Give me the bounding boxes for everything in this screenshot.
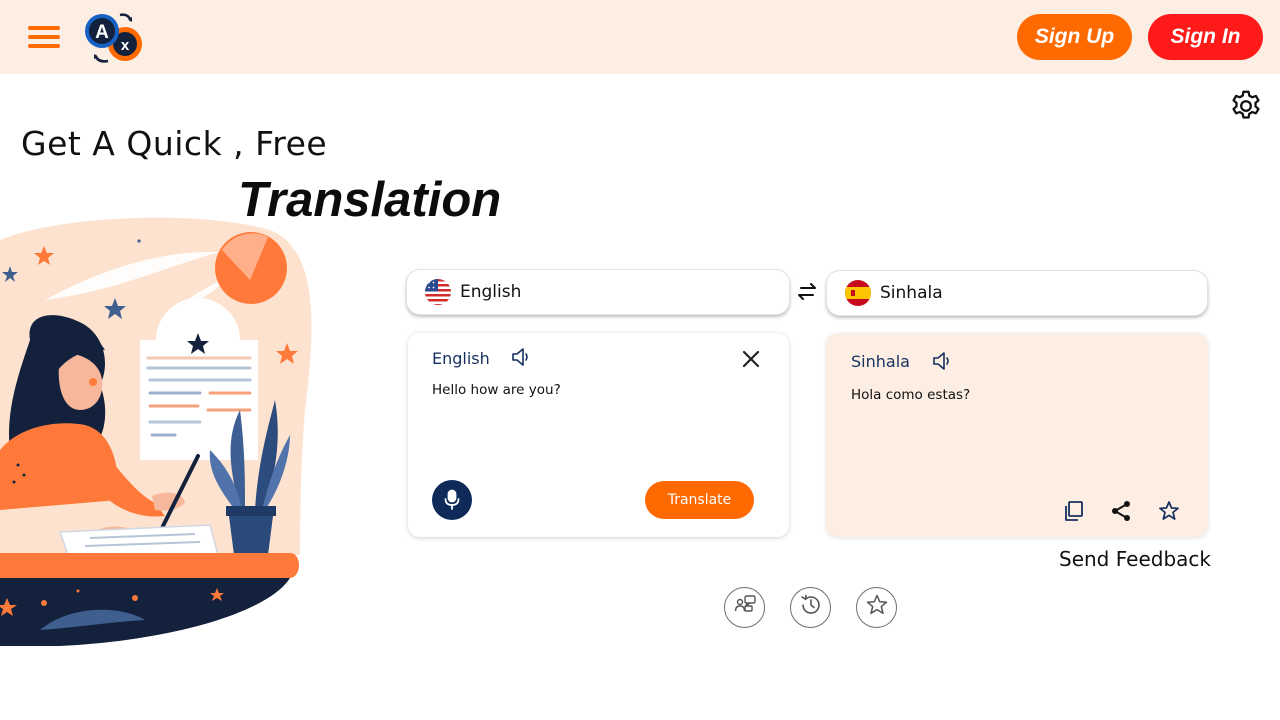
hamburger-menu-icon[interactable] (28, 26, 60, 50)
saved-icon (865, 593, 889, 622)
target-card-language: Sinhala (851, 352, 910, 371)
target-language-select[interactable]: Sinhala (826, 270, 1208, 316)
svg-text:A: A (95, 22, 109, 43)
history-button[interactable] (790, 587, 831, 628)
page: A x Sign Up Sign In Get A Quick , Free T… (0, 0, 1280, 720)
translated-text: Hola como estas? (851, 387, 971, 403)
clear-text-close-icon[interactable] (741, 349, 761, 369)
hero-illustration (0, 210, 325, 660)
us-flag-icon (425, 279, 451, 305)
send-feedback-link[interactable]: Send Feedback (1059, 547, 1211, 571)
speaker-icon[interactable] (510, 346, 534, 368)
saved-button[interactable] (856, 587, 897, 628)
conversation-button[interactable] (724, 587, 765, 628)
svg-text:x: x (121, 37, 130, 54)
source-text-input[interactable]: Hello how are you? (432, 382, 561, 398)
spain-flag-icon (845, 280, 871, 306)
top-header: A x Sign Up Sign In (0, 0, 1280, 74)
conversation-icon (733, 593, 757, 622)
swap-languages-icon[interactable] (795, 282, 819, 302)
translation-result-card: Sinhala Hola como estas? (826, 333, 1208, 537)
source-language-label: English (460, 282, 522, 302)
speaker-icon[interactable] (931, 350, 955, 372)
source-card-language: English (432, 349, 490, 368)
sign-in-button[interactable]: Sign In (1148, 14, 1263, 60)
app-logo[interactable]: A x (82, 10, 148, 66)
target-language-label: Sinhala (880, 283, 943, 303)
sign-up-button[interactable]: Sign Up (1017, 14, 1132, 60)
history-icon (799, 593, 823, 622)
copy-icon[interactable] (1062, 499, 1086, 523)
favorite-star-icon[interactable] (1157, 499, 1181, 523)
microphone-button[interactable] (432, 480, 472, 520)
source-language-select[interactable]: English (406, 269, 790, 315)
share-icon[interactable] (1109, 499, 1133, 523)
hero-heading-line-1: Get A Quick , Free (21, 124, 328, 163)
settings-gear-icon[interactable] (1228, 88, 1264, 124)
translate-button[interactable]: Translate (645, 481, 754, 519)
source-text-card: English Hello how are you? Translate (408, 333, 789, 537)
